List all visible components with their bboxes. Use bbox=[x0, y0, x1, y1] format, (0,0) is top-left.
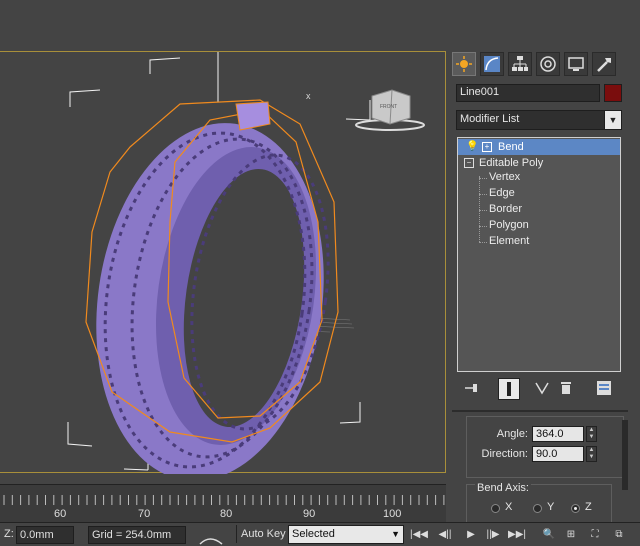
axis-y-radio[interactable] bbox=[533, 504, 542, 513]
stack-subobject-vertex[interactable]: Vertex bbox=[489, 171, 520, 183]
pin-stack-icon bbox=[465, 384, 477, 392]
display-tab[interactable] bbox=[564, 52, 588, 76]
modifier-stack[interactable]: 💡 + Bend − Editable Poly Vertex Edge Bor… bbox=[457, 137, 621, 372]
axis-x-label: X bbox=[505, 501, 513, 513]
make-unique-icon bbox=[535, 382, 549, 395]
lightbulb-icon[interactable]: 💡 bbox=[466, 139, 478, 155]
ruler-ticks bbox=[3, 495, 445, 505]
end-result-icon bbox=[507, 382, 511, 396]
utilities-icon bbox=[597, 58, 611, 72]
magnifier-icon: 🔍 bbox=[542, 528, 556, 540]
ruler-tick-90: 90 bbox=[303, 508, 316, 520]
zoom-extents-button[interactable]: ⛶ bbox=[586, 525, 604, 543]
go-to-end-button[interactable]: ▶▶| bbox=[508, 525, 526, 543]
auto-key-button[interactable]: Auto Key bbox=[236, 525, 291, 543]
remove-modifier-button[interactable] bbox=[556, 378, 576, 398]
previous-frame-icon: ◀|| bbox=[438, 528, 452, 540]
ruler-tick-100: 100 bbox=[383, 508, 402, 520]
viewport-top-strip bbox=[0, 0, 640, 50]
zoom-extents-all-button[interactable]: ⧉ bbox=[610, 525, 628, 543]
stack-subobject-edge[interactable]: Edge bbox=[489, 187, 515, 199]
zoom-all-button[interactable]: ⊞ bbox=[562, 525, 580, 543]
go-to-start-button[interactable]: |◀◀ bbox=[410, 525, 428, 543]
axis-y-label: Y bbox=[547, 501, 555, 513]
z-coord-field[interactable]: 0.0mm bbox=[16, 526, 74, 544]
ruler-tick-70: 70 bbox=[138, 508, 151, 520]
create-tab[interactable] bbox=[452, 52, 476, 76]
pin-stack-button[interactable] bbox=[462, 378, 482, 398]
chevron-down-icon: ▼ bbox=[391, 529, 400, 539]
stack-subobject-element[interactable]: Element bbox=[489, 235, 529, 247]
previous-frame-button[interactable]: ◀|| bbox=[436, 525, 454, 543]
modifier-list-label: Modifier List bbox=[460, 113, 520, 125]
ruler-tick-60: 60 bbox=[54, 508, 67, 520]
go-to-start-icon: |◀◀ bbox=[410, 528, 428, 540]
zoom-button[interactable]: 🔍 bbox=[540, 525, 558, 543]
stack-subobject-polygon[interactable]: Polygon bbox=[489, 219, 529, 231]
next-frame-button[interactable]: ||▶ bbox=[484, 525, 502, 543]
expand-plus-icon[interactable]: + bbox=[482, 142, 492, 152]
grid-spacing-field: Grid = 254.0mm bbox=[88, 526, 186, 544]
angle-label: Angle: bbox=[496, 428, 528, 440]
play-icon: ▶ bbox=[467, 528, 475, 540]
direction-spinner-field[interactable]: 90.0 bbox=[532, 446, 584, 462]
hierarchy-icon bbox=[512, 56, 528, 71]
tire-model bbox=[85, 99, 339, 474]
trash-icon bbox=[561, 382, 571, 394]
make-unique-button[interactable] bbox=[532, 378, 552, 398]
zoom-extents-all-icon: ⧉ bbox=[615, 528, 623, 540]
ruler-tick-80: 80 bbox=[220, 508, 233, 520]
z-coord-label: Z: bbox=[4, 528, 14, 540]
command-panel-scrollbar[interactable] bbox=[622, 420, 628, 490]
modifier-list-dropdown[interactable]: Modifier List ▼ bbox=[456, 110, 622, 130]
hierarchy-tab[interactable] bbox=[508, 52, 532, 76]
object-name-field[interactable]: Line001 bbox=[456, 84, 600, 102]
stack-item-editable-poly-label: Editable Poly bbox=[479, 157, 544, 169]
create-icon bbox=[456, 56, 472, 72]
perspective-viewport[interactable]: FRONT x bbox=[0, 51, 446, 474]
chevron-down-icon[interactable]: ▼ bbox=[604, 111, 621, 129]
play-button[interactable]: ▶ bbox=[462, 525, 480, 543]
go-to-end-icon: ▶▶| bbox=[508, 528, 526, 540]
key-filter-selection-value: Selected bbox=[292, 528, 335, 540]
stack-subobject-border[interactable]: Border bbox=[489, 203, 522, 215]
configure-modifier-sets-button[interactable] bbox=[594, 378, 614, 398]
angle-spinner-field[interactable]: 364.0 bbox=[532, 426, 584, 442]
stack-item-bend[interactable]: 💡 + Bend bbox=[458, 139, 620, 155]
bend-axis-group: Bend Axis: X Y Z bbox=[466, 482, 612, 524]
svg-text:FRONT: FRONT bbox=[380, 104, 397, 110]
modify-tab[interactable] bbox=[480, 52, 504, 76]
next-frame-icon: ||▶ bbox=[486, 528, 500, 540]
axis-x-radio[interactable] bbox=[491, 504, 500, 513]
bend-axis-label: Bend Axis: bbox=[475, 482, 531, 494]
configure-sets-icon bbox=[597, 381, 611, 395]
zoom-extents-icon: ⛶ bbox=[591, 528, 599, 540]
viewport-scene: FRONT x bbox=[67, 52, 425, 474]
svg-text:x: x bbox=[306, 91, 311, 101]
collapse-minus-icon[interactable]: − bbox=[464, 158, 474, 168]
modify-icon bbox=[484, 56, 500, 72]
direction-label: Direction: bbox=[481, 448, 528, 460]
utilities-tab[interactable] bbox=[592, 52, 616, 76]
stack-item-editable-poly[interactable]: − Editable Poly bbox=[458, 155, 620, 171]
angle-spinner-arrows[interactable]: ▲ ▼ bbox=[586, 426, 597, 442]
direction-spinner-arrows[interactable]: ▲ ▼ bbox=[586, 446, 597, 462]
zoom-all-icon: ⊞ bbox=[566, 528, 576, 540]
motion-tab[interactable] bbox=[536, 52, 560, 76]
stack-toolbar bbox=[456, 376, 622, 400]
viewcube[interactable]: FRONT bbox=[355, 89, 425, 131]
axis-z-label: Z bbox=[585, 501, 592, 513]
display-icon bbox=[568, 57, 584, 71]
stack-item-bend-label: Bend bbox=[498, 141, 524, 153]
motion-icon bbox=[540, 56, 556, 72]
key-icon bbox=[199, 538, 223, 545]
axis-z-radio[interactable] bbox=[571, 504, 580, 513]
show-end-result-button[interactable] bbox=[498, 378, 520, 400]
object-color-swatch[interactable] bbox=[604, 84, 622, 102]
key-filter-selection-dropdown[interactable]: Selected ▼ bbox=[288, 525, 404, 544]
